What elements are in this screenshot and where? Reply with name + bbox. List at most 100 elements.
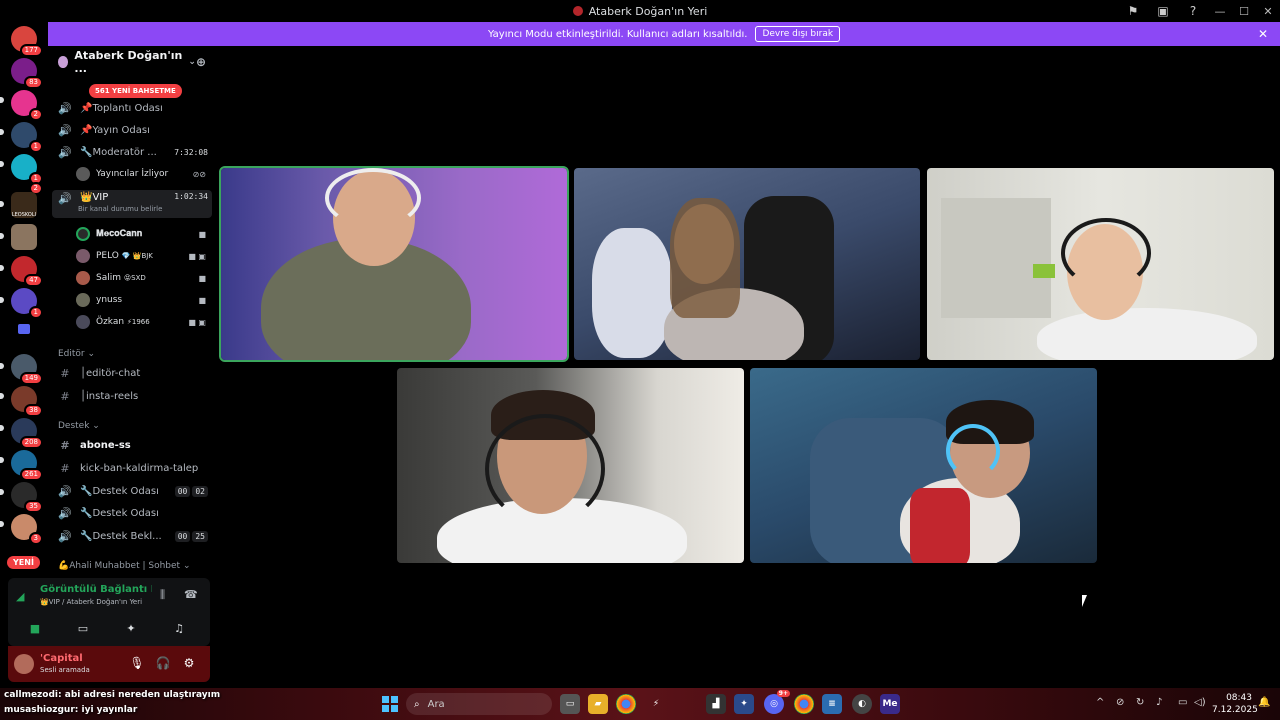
count-current: 00 [174, 530, 191, 542]
gear-icon[interactable]: ⚙ [180, 656, 198, 670]
search-placeholder: Ara [427, 698, 445, 710]
voice-user[interactable]: Salim 😝SXD ■ [76, 268, 206, 288]
unread-pill [0, 97, 4, 103]
speaker-icon: 🔊 [58, 192, 72, 205]
network-icon[interactable]: ▭ [1178, 697, 1187, 708]
voice-channel-destek-2[interactable]: 🔊 🔧Destek Odası [52, 503, 212, 523]
soundboard-icon[interactable]: ⫼ [160, 588, 165, 602]
text-channel-abone-ss[interactable]: # abone-ss [52, 435, 212, 455]
server-icon[interactable]: 38 [11, 386, 43, 417]
discord-taskbar-icon[interactable]: ◎ 9+ [764, 690, 790, 714]
voice-user[interactable]: PELO 💎 👑BJK ■ ▣ [76, 246, 206, 266]
server-header[interactable]: Ataberk Doğan'ın ... ⌄ ⊕ [48, 46, 216, 78]
avatar[interactable] [14, 654, 34, 674]
app-icon[interactable]: Me [880, 694, 900, 714]
video-tile[interactable] [219, 166, 569, 362]
windows-start-icon[interactable] [382, 696, 398, 712]
voice-user[interactable]: Yayıncılar İzliyor ⊘⊘ [76, 164, 206, 184]
video-tile[interactable] [927, 168, 1274, 360]
category-ahali[interactable]: 💪Ahali Muhabbet | Sohbet ⌄ [58, 561, 191, 571]
text-channel-insta-reels[interactable]: # │insta-reels [52, 386, 212, 406]
chrome-icon[interactable] [616, 694, 636, 714]
minimize-button[interactable]: — [1208, 5, 1232, 18]
disable-streamer-mode-button[interactable]: Devre dışı bırak [755, 26, 841, 42]
flag-icon[interactable]: ⚑ [1118, 4, 1148, 18]
server-icon[interactable]: LEOSKOLI [11, 192, 37, 218]
headphones-icon[interactable]: 🎧 [154, 656, 172, 670]
app-icon[interactable]: ▟ [706, 694, 726, 714]
video-tile[interactable] [750, 368, 1097, 563]
server-icon[interactable]: 177 [11, 26, 43, 57]
voice-channel-moderator[interactable]: 🔊 🔧Moderatör ... 7:32:08 [52, 142, 212, 162]
server-icon[interactable]: 208 [11, 418, 43, 449]
app-icon[interactable]: ⚡ [646, 694, 666, 714]
screen-share-button[interactable]: ▭ [62, 618, 104, 638]
soundboard-button[interactable]: ♫ [158, 618, 200, 638]
tray-icon[interactable]: ♪ [1156, 697, 1162, 708]
notification-badge: 9+ [776, 690, 790, 697]
video-tile[interactable] [397, 368, 744, 563]
channel-label: 🔧Destek Odası [80, 507, 159, 519]
new-unreads-pill[interactable]: YENİ [7, 556, 40, 569]
system-clock[interactable]: 08:43 7.12.2025 [1212, 692, 1258, 716]
channel-status[interactable]: Bir kanal durumu belirle [78, 205, 162, 213]
volume-icon[interactable]: ◁) [1194, 697, 1206, 708]
server-icon[interactable]: 35 [11, 482, 43, 513]
user-tag: ⚡1966 [126, 318, 150, 326]
mention-pill[interactable]: 561 YENİ BAHSETME [89, 84, 182, 98]
server-icon[interactable]: 47 [11, 256, 43, 287]
channel-label: 👑VIP [80, 192, 109, 203]
folder-icon[interactable] [18, 324, 30, 334]
server-icon[interactable]: 1 [11, 288, 43, 319]
notepad-icon[interactable]: ≡ [822, 694, 842, 714]
server-icon[interactable]: 1 [11, 122, 43, 153]
voice-channel-yayin[interactable]: 🔊 📌Yayın Odası [52, 120, 212, 140]
microphone-icon[interactable]: 🎙 [128, 656, 146, 670]
chrome-icon[interactable] [794, 694, 814, 714]
camera-button[interactable]: ■ [14, 618, 56, 638]
app-icon[interactable]: ◐ [852, 694, 872, 714]
server-icon[interactable] [11, 224, 37, 250]
invite-icon[interactable]: ⊕ [196, 55, 206, 69]
voice-channel-toplanti[interactable]: 🔊 📌Toplantı Odası [52, 98, 212, 118]
signal-icon[interactable]: ◢ [16, 590, 24, 603]
activities-button[interactable]: ✦ [110, 618, 152, 638]
voice-channel-vip[interactable]: 🔊 👑VIP 1:02:34 Bir kanal durumu belirle [52, 190, 212, 218]
text-channel-editor-chat[interactable]: # │editör-chat [52, 363, 212, 383]
unread-pill [0, 489, 4, 495]
user-name: 𝐌𝐞𝐜𝐨𝐂𝐚𝐧𝐧 [96, 229, 143, 239]
voice-user[interactable]: Özkan ⚡1966 ■ ▣ [76, 312, 206, 332]
discord-window: Ataberk Doğan'ın Yeri ⚑ ▣ ? — ☐ ✕ Yayınc… [0, 0, 1280, 720]
category-destek[interactable]: Destek ⌄ [58, 421, 100, 431]
discord-server-icon[interactable]: 2 [11, 90, 43, 121]
close-icon[interactable]: ✕ [1258, 27, 1268, 41]
app-icon[interactable]: ✦ [734, 694, 754, 714]
notification-bell-icon[interactable]: 🔔 [1258, 697, 1270, 708]
voice-user[interactable]: ynuss ■ [76, 290, 206, 310]
tray-icon[interactable]: ⊘ [1116, 697, 1124, 708]
server-icon[interactable]: 3 [11, 514, 43, 545]
close-window-button[interactable]: ✕ [1256, 5, 1280, 18]
inbox-icon[interactable]: ▣ [1148, 4, 1178, 18]
channel-label: kick-ban-kaldirma-talep [80, 462, 199, 474]
category-editor[interactable]: Editör ⌄ [58, 349, 95, 359]
server-icon[interactable]: 83 [11, 58, 43, 89]
file-explorer-icon[interactable]: ▰ [588, 694, 608, 714]
user-name[interactable]: 'Capital [40, 653, 83, 664]
voice-channel-destek-bekleme[interactable]: 🔊 🔧Destek Bekl... 00 25 [52, 526, 212, 546]
server-icon[interactable]: 12 [11, 154, 43, 195]
maximize-button[interactable]: ☐ [1232, 5, 1256, 18]
voice-user[interactable]: 𝐌𝐞𝐜𝐨𝐂𝐚𝐧𝐧 ■ [76, 224, 206, 244]
server-icon[interactable]: 149 [11, 354, 43, 385]
task-view-icon[interactable]: ▭ [560, 694, 580, 714]
server-icon[interactable]: 261 [11, 450, 43, 481]
disconnect-icon[interactable]: ☎ [184, 588, 198, 601]
chevron-up-icon[interactable]: ^ [1096, 697, 1104, 708]
tray-icon[interactable]: ↻ [1136, 697, 1144, 708]
voice-channel-path[interactable]: 👑VIP / Ataberk Doğan'ın Yeri [40, 598, 142, 606]
video-tile[interactable] [574, 168, 920, 360]
text-channel-kick-ban[interactable]: # kick-ban-kaldirma-talep [52, 458, 212, 478]
search-input[interactable]: ⌕ Ara [406, 693, 552, 715]
voice-channel-destek-1[interactable]: 🔊 🔧Destek Odası 00 02 [52, 481, 212, 501]
help-icon[interactable]: ? [1178, 4, 1208, 18]
